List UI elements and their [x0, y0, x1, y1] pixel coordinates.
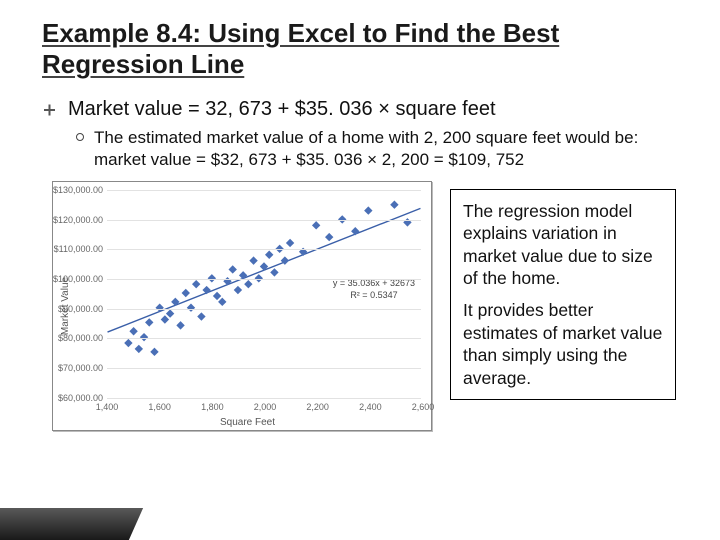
data-point — [150, 348, 158, 356]
chart-ytick: $130,000.00 — [53, 185, 103, 195]
chart-gridline — [107, 249, 421, 250]
data-point — [187, 303, 195, 311]
chart-xtick: 1,800 — [201, 402, 224, 412]
data-point — [192, 280, 200, 288]
data-point — [364, 206, 372, 214]
data-point — [202, 286, 210, 294]
data-point — [351, 227, 359, 235]
chart-plot-area — [107, 190, 421, 396]
data-point — [265, 250, 273, 258]
bullet-sub: The estimated market value of a home wit… — [76, 127, 690, 171]
data-point — [176, 321, 184, 329]
bullet-main: Market value = 32, 673 + $35. 036 × squa… — [42, 98, 690, 121]
explanation-box: The regression model explains variation … — [450, 189, 676, 400]
chart-gridline — [107, 398, 421, 399]
chart-ytick: $80,000.00 — [53, 333, 103, 343]
data-point — [390, 200, 398, 208]
data-point — [218, 298, 226, 306]
data-point — [244, 280, 252, 288]
data-point — [325, 233, 333, 241]
data-point — [161, 315, 169, 323]
chart-gridline — [107, 309, 421, 310]
corner-shadow-decor — [0, 508, 143, 540]
data-point — [182, 289, 190, 297]
data-point — [129, 327, 137, 335]
data-point — [166, 309, 174, 317]
plus-bullet-icon — [42, 102, 58, 118]
sidebox-para-1: The regression model explains variation … — [463, 200, 663, 290]
chart-xtick: 2,600 — [412, 402, 435, 412]
data-point — [229, 265, 237, 273]
data-point — [249, 256, 257, 264]
chart-ytick: $110,000.00 — [53, 244, 103, 254]
chart-gridline — [107, 368, 421, 369]
data-point — [145, 318, 153, 326]
chart-xlabel: Square Feet — [220, 417, 275, 428]
content-row: Market Value Square Feet y = 35.036x + 3… — [42, 181, 690, 431]
bullet-sub-text: The estimated market value of a home wit… — [94, 127, 690, 171]
data-point — [286, 239, 294, 247]
chart-ytick: $120,000.00 — [53, 215, 103, 225]
data-point — [135, 345, 143, 353]
data-point — [312, 221, 320, 229]
chart-xtick: 2,400 — [359, 402, 382, 412]
bullet-main-text: Market value = 32, 673 + $35. 036 × squa… — [68, 98, 496, 121]
data-point — [197, 312, 205, 320]
data-point — [124, 339, 132, 347]
chart-ytick: $100,000.00 — [53, 274, 103, 284]
data-point — [213, 292, 221, 300]
slide: Example 8.4: Using Excel to Find the Bes… — [0, 0, 720, 540]
data-point — [234, 286, 242, 294]
sidebox-para-2: It provides better estimates of market v… — [463, 299, 663, 389]
data-point — [140, 333, 148, 341]
scatter-chart: Market Value Square Feet y = 35.036x + 3… — [52, 181, 432, 431]
chart-xtick: 2,200 — [306, 402, 329, 412]
chart-xtick: 1,600 — [148, 402, 171, 412]
chart-ytick: $90,000.00 — [53, 304, 103, 314]
chart-gridline — [107, 220, 421, 221]
chart-xtick: 1,400 — [96, 402, 119, 412]
data-point — [270, 268, 278, 276]
circle-bullet-icon — [76, 133, 84, 141]
chart-ytick: $70,000.00 — [53, 363, 103, 373]
chart-gridline — [107, 279, 421, 280]
chart-gridline — [107, 338, 421, 339]
chart-gridline — [107, 190, 421, 191]
chart-xtick: 2,000 — [254, 402, 277, 412]
page-title: Example 8.4: Using Excel to Find the Bes… — [42, 18, 690, 80]
